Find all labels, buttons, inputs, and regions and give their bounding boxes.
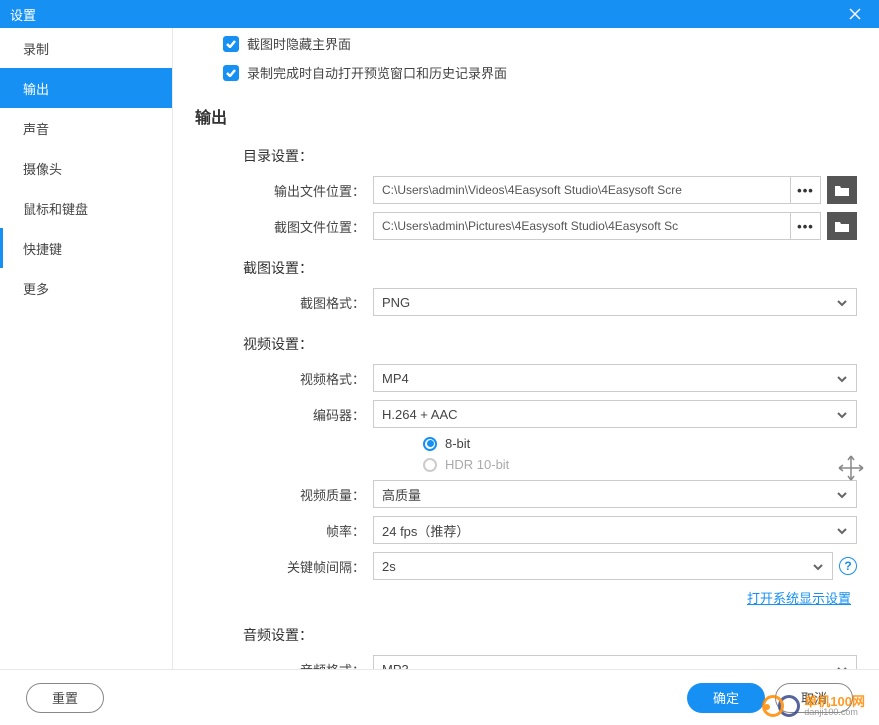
video-format-select[interactable]: MP4 (373, 364, 857, 392)
subsection-audio: 音频设置： (243, 625, 857, 645)
row-video-format: 视频格式： MP4 (243, 364, 857, 392)
select-value: MP3 (382, 662, 409, 670)
ok-button[interactable]: 确定 (687, 683, 765, 713)
sidebar-item-label: 更多 (23, 279, 49, 298)
chevron-down-icon (812, 559, 824, 574)
label-video-quality: 视频质量： (243, 485, 373, 504)
browse-capture-button[interactable]: ••• (791, 212, 821, 240)
sidebar-item-more[interactable]: 更多 (0, 268, 172, 308)
close-button[interactable] (841, 0, 869, 28)
radio-hdr-10bit[interactable]: HDR 10-bit (423, 457, 857, 472)
footer: 重置 确定 取消 (0, 669, 879, 725)
row-capture-path: 截图文件位置： C:\Users\admin\Pictures\4Easysof… (243, 212, 857, 240)
chevron-down-icon (836, 295, 848, 310)
browse-output-button[interactable]: ••• (791, 176, 821, 204)
move-cursor-icon (837, 454, 865, 485)
radio-label: HDR 10-bit (445, 457, 509, 472)
close-icon (848, 7, 862, 21)
chevron-down-icon (836, 662, 848, 670)
open-display-settings-link[interactable]: 打开系统显示设置 (747, 591, 851, 606)
subsection-screenshot: 截图设置： (243, 258, 857, 278)
audio-format-select[interactable]: MP3 (373, 655, 857, 669)
select-value: 24 fps（推荐） (382, 521, 469, 540)
open-output-folder-button[interactable] (827, 176, 857, 204)
label-screenshot-format: 截图格式： (243, 293, 373, 312)
radio-label: 8-bit (445, 436, 470, 451)
checkbox-icon (223, 65, 239, 81)
chevron-down-icon (836, 407, 848, 422)
label-output-path: 输出文件位置： (243, 181, 373, 200)
sidebar-item-output[interactable]: 输出 (0, 68, 172, 108)
checkbox-label: 录制完成时自动打开预览窗口和历史记录界面 (247, 63, 507, 82)
video-quality-select[interactable]: 高质量 (373, 480, 857, 508)
row-fps: 帧率： 24 fps（推荐） (243, 516, 857, 544)
row-audio-format: 音频格式： MP3 (243, 655, 857, 669)
select-value: H.264 + AAC (382, 407, 458, 422)
display-settings-link-row: 打开系统显示设置 (195, 588, 851, 607)
label-video-format: 视频格式： (243, 369, 373, 388)
help-icon[interactable]: ? (839, 557, 857, 575)
section-title-output: 输出 (195, 104, 857, 128)
chevron-down-icon (836, 371, 848, 386)
radio-icon (423, 437, 437, 451)
subsection-video: 视频设置： (243, 334, 857, 354)
select-value: MP4 (382, 371, 409, 386)
row-video-encoder: 编码器： H.264 + AAC (243, 400, 857, 428)
select-value: 高质量 (382, 485, 421, 504)
output-path-input[interactable]: C:\Users\admin\Videos\4Easysoft Studio\4… (373, 176, 791, 204)
sidebar-item-mouse-keyboard[interactable]: 鼠标和键盘 (0, 188, 172, 228)
label-audio-format: 音频格式： (243, 660, 373, 670)
capture-path-input[interactable]: C:\Users\admin\Pictures\4Easysoft Studio… (373, 212, 791, 240)
keyframe-select[interactable]: 2s (373, 552, 833, 580)
chevron-down-icon (836, 523, 848, 538)
label-keyframe: 关键帧间隔： (243, 557, 373, 576)
content-area: 截图时隐藏主界面 录制完成时自动打开预览窗口和历史记录界面 输出 目录设置： 输… (173, 28, 879, 669)
chevron-down-icon (836, 487, 848, 502)
titlebar: 设置 (0, 0, 879, 28)
sidebar: 录制 输出 声音 摄像头 鼠标和键盘 快捷键 更多 (0, 28, 173, 669)
subsection-directory: 目录设置： (243, 146, 857, 166)
sidebar-item-label: 录制 (23, 39, 49, 58)
reset-button[interactable]: 重置 (26, 683, 104, 713)
row-output-path: 输出文件位置： C:\Users\admin\Videos\4Easysoft … (243, 176, 857, 204)
checkbox-icon (223, 36, 239, 52)
select-value: 2s (382, 559, 396, 574)
sidebar-item-label: 鼠标和键盘 (23, 199, 88, 218)
screenshot-format-select[interactable]: PNG (373, 288, 857, 316)
row-keyframe: 关键帧间隔： 2s ? (243, 552, 857, 580)
fps-select[interactable]: 24 fps（推荐） (373, 516, 857, 544)
select-value: PNG (382, 295, 410, 310)
label-fps: 帧率： (243, 521, 373, 540)
sidebar-item-label: 摄像头 (23, 159, 62, 178)
radio-icon (423, 458, 437, 472)
sidebar-item-record[interactable]: 录制 (0, 28, 172, 68)
video-encoder-select[interactable]: H.264 + AAC (373, 400, 857, 428)
folder-icon (835, 221, 849, 232)
checkbox-row-open-preview[interactable]: 录制完成时自动打开预览窗口和历史记录界面 (223, 63, 857, 82)
checkbox-label: 截图时隐藏主界面 (247, 34, 351, 53)
window-title: 设置 (10, 5, 36, 24)
sidebar-item-sound[interactable]: 声音 (0, 108, 172, 148)
sidebar-item-label: 输出 (23, 79, 49, 98)
label-capture-path: 截图文件位置： (243, 217, 373, 236)
watermark-domain: danji100.com (804, 708, 865, 717)
label-video-encoder: 编码器： (243, 405, 373, 424)
sidebar-item-label: 声音 (23, 119, 49, 138)
row-video-quality: 视频质量： 高质量 (243, 480, 857, 508)
checkbox-row-hide-on-capture[interactable]: 截图时隐藏主界面 (223, 34, 857, 53)
watermark: 单机100网 danji100.com (762, 695, 865, 717)
sidebar-item-label: 快捷键 (23, 239, 62, 258)
folder-icon (835, 185, 849, 196)
sidebar-item-camera[interactable]: 摄像头 (0, 148, 172, 188)
watermark-logo-icon (762, 695, 800, 717)
sidebar-item-hotkeys[interactable]: 快捷键 (0, 228, 172, 268)
open-capture-folder-button[interactable] (827, 212, 857, 240)
radio-8bit[interactable]: 8-bit (423, 436, 857, 451)
row-screenshot-format: 截图格式： PNG (243, 288, 857, 316)
